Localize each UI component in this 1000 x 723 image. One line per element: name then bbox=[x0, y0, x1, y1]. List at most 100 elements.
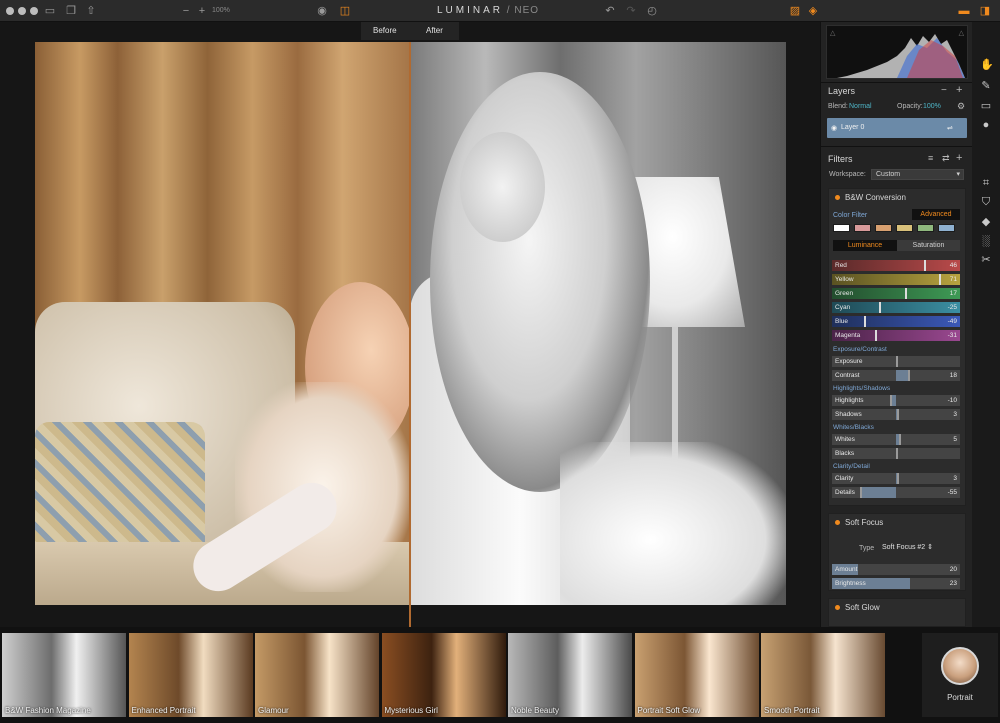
preset-thumbnail[interactable]: Portrait Soft Glow bbox=[634, 633, 759, 717]
slider-amount[interactable]: Amount 20 bbox=[832, 564, 960, 575]
blend-mode-select[interactable]: Normal bbox=[849, 103, 872, 110]
slider-knob[interactable] bbox=[896, 356, 898, 367]
noise-tool-icon[interactable]: ░ bbox=[980, 235, 992, 247]
slider-knob[interactable] bbox=[939, 274, 942, 285]
zoom-window-button[interactable] bbox=[30, 7, 38, 15]
opacity-value[interactable]: 100% bbox=[923, 103, 941, 110]
clone-stamp-icon[interactable]: ⛉ bbox=[980, 196, 992, 208]
slider-knob[interactable] bbox=[907, 370, 910, 381]
channel-slider-magenta[interactable]: Magenta -31 bbox=[832, 330, 960, 341]
layers-toggle-icon[interactable]: ◈ bbox=[807, 5, 819, 17]
channel-slider-green[interactable]: Green 17 bbox=[832, 288, 960, 299]
workspace-select[interactable]: Custom ▾ bbox=[871, 169, 964, 180]
slider-knob[interactable] bbox=[898, 434, 901, 445]
advanced-button[interactable]: Advanced bbox=[912, 209, 960, 220]
crop-tool-icon[interactable]: ⌗ bbox=[980, 177, 992, 189]
layer-visibility-eye-icon[interactable]: ◉ bbox=[831, 124, 837, 132]
layer-settings-gear-icon[interactable]: ⚙ bbox=[957, 101, 965, 112]
preset-category-portrait[interactable]: Portrait bbox=[922, 633, 998, 717]
filter-list-icon[interactable]: ≡ bbox=[928, 153, 933, 163]
slider-knob[interactable] bbox=[896, 448, 898, 459]
slider-knob[interactable] bbox=[874, 330, 877, 341]
slider-knob[interactable] bbox=[889, 395, 892, 406]
layer-row[interactable]: ◉ Layer 0 ⇌ bbox=[827, 118, 967, 138]
slider-knob[interactable] bbox=[897, 409, 900, 420]
hand-tool-icon[interactable]: ✋ bbox=[980, 59, 994, 71]
share-icon[interactable]: ⇧ bbox=[85, 5, 97, 17]
channel-slider-red[interactable]: Red 46 bbox=[832, 260, 960, 271]
sync-filters-icon[interactable]: ⇄ bbox=[942, 153, 950, 164]
slider-knob[interactable] bbox=[905, 288, 908, 299]
minimize-window-button[interactable] bbox=[18, 7, 26, 15]
slider-knob[interactable] bbox=[878, 302, 881, 313]
slider-contrast[interactable]: Contrast 18 bbox=[832, 370, 960, 381]
transform-tool-icon[interactable]: ✂ bbox=[980, 254, 992, 266]
eye-icon[interactable]: ◉ bbox=[316, 5, 328, 17]
close-window-button[interactable] bbox=[6, 7, 14, 15]
add-filter-icon[interactable]: + bbox=[956, 152, 962, 164]
bw-conversion-header[interactable]: B&W Conversion bbox=[829, 189, 967, 206]
shadow-clipping-icon[interactable]: △ bbox=[830, 29, 835, 37]
erase-tool-icon[interactable]: ◆ bbox=[980, 216, 992, 228]
slider-shadows[interactable]: Shadows 3 bbox=[832, 409, 960, 420]
filter-enabled-dot[interactable] bbox=[835, 520, 840, 525]
slider-knob[interactable] bbox=[923, 260, 926, 271]
channel-slider-blue[interactable]: Blue -49 bbox=[832, 316, 960, 327]
batch-icon[interactable]: ❐ bbox=[65, 5, 77, 17]
before-label[interactable]: Before bbox=[373, 26, 397, 35]
blue-swatch[interactable] bbox=[938, 224, 955, 232]
filmstrip-toggle-icon[interactable]: ▬ bbox=[958, 5, 970, 17]
slider-blacks[interactable]: Blacks bbox=[832, 448, 960, 459]
channel-slider-yellow[interactable]: Yellow 71 bbox=[832, 274, 960, 285]
gradient-tool-icon[interactable]: ▭ bbox=[980, 100, 992, 112]
soft-focus-type-select[interactable]: Soft Focus #2 ⇕ bbox=[882, 543, 933, 551]
slider-knob[interactable] bbox=[897, 473, 900, 484]
workspace-label: Workspace: bbox=[829, 171, 866, 178]
preset-thumbnail[interactable]: Smooth Portrait bbox=[761, 633, 885, 717]
redo-icon[interactable]: ↷ bbox=[625, 5, 637, 17]
history-icon[interactable]: ◴ bbox=[646, 5, 658, 17]
radial-mask-icon[interactable]: ● bbox=[980, 119, 992, 131]
split-divider-handle[interactable] bbox=[409, 42, 411, 627]
slider-label: Whites bbox=[835, 436, 855, 443]
yellow-swatch[interactable] bbox=[896, 224, 913, 232]
preset-thumbnail[interactable]: B&W Fashion Magazine bbox=[2, 633, 126, 717]
preset-thumbnail[interactable]: Mysterious Girl bbox=[381, 633, 506, 717]
slider-exposure[interactable]: Exposure bbox=[832, 356, 960, 367]
slider-brightness[interactable]: Brightness 23 bbox=[832, 578, 960, 589]
zoom-out-icon[interactable]: − bbox=[180, 5, 192, 17]
remove-layer-icon[interactable]: − bbox=[941, 85, 947, 96]
image-icon[interactable]: ▨ bbox=[789, 5, 801, 17]
soft-glow-header[interactable]: Soft Glow bbox=[829, 599, 967, 616]
layer-options-icon[interactable]: ⇌ bbox=[947, 124, 953, 132]
slider-knob[interactable] bbox=[860, 487, 863, 498]
zoom-in-icon[interactable]: + bbox=[196, 5, 208, 17]
slider-knob[interactable] bbox=[863, 316, 866, 327]
highlight-clipping-icon[interactable]: △ bbox=[959, 29, 964, 37]
sidebar-toggle-icon[interactable]: ◨ bbox=[979, 5, 991, 17]
soft-focus-header[interactable]: Soft Focus bbox=[829, 514, 967, 531]
filter-enabled-dot[interactable] bbox=[835, 195, 840, 200]
preset-thumbnail[interactable]: Glamour bbox=[255, 633, 379, 717]
preset-thumbnail[interactable]: Enhanced Portrait bbox=[128, 633, 253, 717]
orange-swatch[interactable] bbox=[875, 224, 892, 232]
add-layer-icon[interactable]: + bbox=[956, 84, 962, 96]
after-label[interactable]: After bbox=[426, 26, 443, 35]
luminance-tab[interactable]: Luminance bbox=[833, 240, 897, 251]
brush-tool-icon[interactable]: ✎ bbox=[980, 80, 992, 92]
compare-icon[interactable]: ◫ bbox=[339, 5, 351, 17]
red-swatch[interactable] bbox=[854, 224, 871, 232]
preset-thumbnail[interactable]: Noble Beauty bbox=[508, 633, 632, 717]
white-swatch[interactable] bbox=[833, 224, 850, 232]
undo-icon[interactable]: ↶ bbox=[604, 5, 616, 17]
channel-slider-cyan[interactable]: Cyan -25 bbox=[832, 302, 960, 313]
slider-highlights[interactable]: Highlights -10 bbox=[832, 395, 960, 406]
open-folder-icon[interactable]: ▭ bbox=[44, 5, 56, 17]
slider-whites[interactable]: Whites 5 bbox=[832, 434, 960, 445]
slider-label: Yellow bbox=[835, 276, 854, 283]
green-swatch[interactable] bbox=[917, 224, 934, 232]
saturation-tab[interactable]: Saturation bbox=[897, 240, 960, 251]
filter-enabled-dot[interactable] bbox=[835, 605, 840, 610]
slider-clarity[interactable]: Clarity 3 bbox=[832, 473, 960, 484]
slider-details[interactable]: Details -55 bbox=[832, 487, 960, 498]
